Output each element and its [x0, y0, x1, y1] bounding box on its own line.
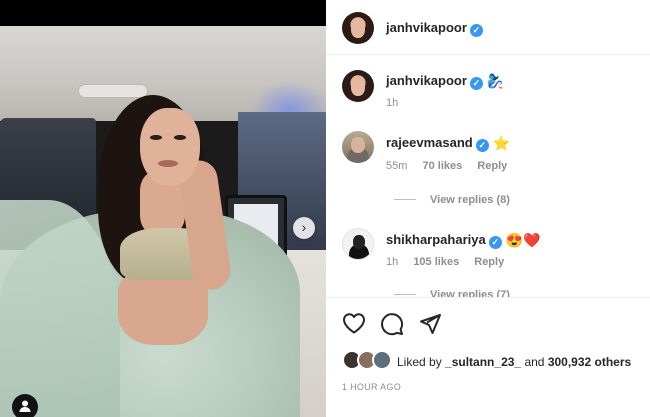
comment-avatar[interactable] — [342, 228, 374, 260]
comment-time: 55m — [386, 160, 408, 172]
caption-text: 🧞‍♀️ — [486, 73, 505, 89]
instagram-post-view: › janhvikapoor✓ janhvikapoor✓🧞‍♀️ 1h — [0, 0, 650, 417]
comment-username[interactable]: rajeevmasand — [386, 135, 473, 150]
verified-badge-icon: ✓ — [469, 77, 483, 90]
car-grab-handle — [78, 84, 148, 98]
post-header: janhvikapoor ✓ — [326, 0, 650, 55]
caption-username[interactable]: janhvikapoor — [386, 73, 467, 88]
liked-by-text: Liked by _sultann_23_ and 300,932 others — [397, 355, 632, 369]
comment-row: shikharpahariya ✓ 😍❤️ — [386, 232, 541, 249]
post-photo[interactable]: › — [0, 0, 326, 417]
comment-text: ⭐ — [492, 135, 511, 151]
person-face — [140, 108, 200, 186]
tagged-users-button[interactable] — [12, 394, 38, 417]
comment-text: 😍❤️ — [505, 232, 541, 248]
liker-avatar[interactable] — [372, 350, 392, 370]
author-username-row[interactable]: janhvikapoor ✓ — [386, 20, 483, 37]
user-icon — [19, 400, 31, 412]
post-side-panel: janhvikapoor ✓ janhvikapoor ✓ 🧞‍♀️ 1h rajee… — [326, 0, 650, 417]
heart-icon[interactable] — [342, 312, 366, 337]
verified-badge-icon: ✓ — [475, 139, 489, 152]
comment-icon[interactable] — [380, 312, 404, 339]
photo-top-bar — [0, 0, 326, 26]
comment-avatar[interactable] — [342, 131, 374, 163]
comment-meta: 55m 70 likes Reply — [386, 160, 519, 172]
view-replies-button[interactable]: View replies (7) — [394, 289, 510, 297]
author-avatar[interactable] — [342, 12, 374, 44]
comment-username[interactable]: shikharpahariya — [386, 232, 486, 247]
view-replies-button[interactable]: View replies (8) — [394, 194, 510, 206]
comment-row: rajeevmasand ✓ ⭐ — [386, 135, 510, 152]
liked-by-user-link[interactable]: _sultann_23_ — [445, 355, 521, 369]
verified-badge-icon: ✓ — [488, 236, 502, 249]
share-icon[interactable] — [418, 312, 442, 339]
author-username[interactable]: janhvikapoor — [386, 20, 467, 35]
comment-likes-link[interactable]: 70 likes — [422, 160, 462, 172]
caption-username-row: janhvikapoor ✓ 🧞‍♀️ — [386, 73, 504, 90]
chevron-right-icon: › — [301, 219, 307, 235]
comment-meta: 1h 105 likes Reply — [386, 256, 516, 268]
reply-button[interactable]: Reply — [474, 256, 504, 268]
comment-time: 1h — [386, 256, 399, 268]
post-actions-section: Liked by _sultann_23_ and 300,932 others… — [326, 297, 650, 417]
post-timestamp[interactable]: 1 HOUR AGO — [342, 382, 401, 392]
verified-badge-icon: ✓ — [469, 24, 483, 37]
comment-likes-link[interactable]: 105 likes — [413, 256, 459, 268]
likes-count-link[interactable]: 300,932 others — [548, 355, 631, 369]
next-photo-button[interactable]: › — [293, 217, 315, 239]
reply-button[interactable]: Reply — [477, 160, 507, 172]
caption-avatar[interactable] — [342, 70, 374, 102]
caption-meta: 1h — [386, 97, 410, 109]
caption-time: 1h — [386, 97, 399, 109]
